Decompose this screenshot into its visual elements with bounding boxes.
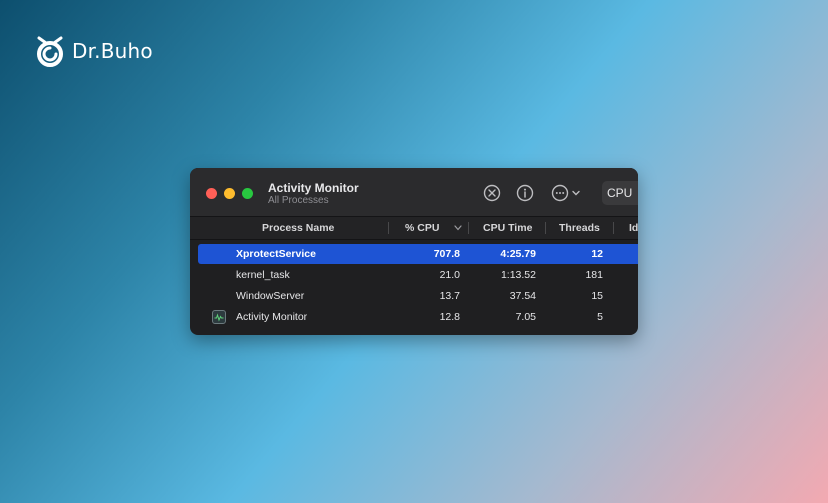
table-row[interactable]: kernel_task 21.0 1:13.52 181 bbox=[198, 265, 638, 285]
cpu-time: 37.54 bbox=[509, 290, 536, 302]
tab-cpu[interactable]: CPU bbox=[602, 181, 638, 205]
column-separator bbox=[468, 222, 469, 234]
brand: Dr.Buho bbox=[34, 34, 153, 68]
thread-count: 181 bbox=[585, 269, 603, 281]
cpu-percent: 21.0 bbox=[439, 269, 460, 281]
column-id[interactable]: Id bbox=[629, 217, 638, 239]
column-cpu-time[interactable]: CPU Time bbox=[483, 217, 532, 239]
cpu-percent: 12.8 bbox=[439, 311, 460, 323]
stop-process-button[interactable] bbox=[483, 184, 501, 202]
table-header: Process Name % CPU CPU Time Threads Id bbox=[190, 216, 638, 240]
cpu-time: 4:25.79 bbox=[500, 248, 536, 260]
inspect-process-button[interactable] bbox=[516, 184, 534, 202]
window-subtitle: All Processes bbox=[268, 195, 329, 206]
sort-descending-icon bbox=[454, 225, 462, 231]
thread-count: 15 bbox=[591, 290, 603, 302]
column-separator bbox=[613, 222, 614, 234]
column-cpu[interactable]: % CPU bbox=[405, 217, 439, 239]
thread-count: 5 bbox=[597, 311, 603, 323]
x-circle-icon bbox=[483, 184, 501, 202]
cpu-percent: 13.7 bbox=[439, 290, 460, 302]
cpu-percent: 707.8 bbox=[433, 248, 460, 260]
table-row[interactable]: WindowServer 13.7 37.54 15 bbox=[198, 286, 638, 306]
brand-name: Dr.Buho bbox=[72, 39, 153, 63]
thread-count: 12 bbox=[591, 248, 603, 260]
cpu-time: 7.05 bbox=[515, 311, 536, 323]
titlebar: Activity Monitor All Processes CPU bbox=[190, 168, 638, 216]
buho-logo-icon bbox=[37, 36, 63, 67]
info-icon bbox=[516, 184, 534, 202]
close-window-button[interactable] bbox=[206, 188, 217, 199]
process-name: WindowServer bbox=[236, 290, 305, 302]
process-name: XprotectService bbox=[236, 248, 316, 260]
process-name: Activity Monitor bbox=[236, 311, 308, 323]
column-threads[interactable]: Threads bbox=[559, 217, 600, 239]
column-process-name[interactable]: Process Name bbox=[262, 217, 334, 239]
activity-monitor-icon bbox=[212, 310, 226, 324]
process-name: kernel_task bbox=[236, 269, 290, 281]
table-row[interactable]: XprotectService 707.8 4:25.79 12 bbox=[198, 244, 638, 264]
column-separator bbox=[545, 222, 546, 234]
cpu-time: 1:13.52 bbox=[500, 269, 536, 281]
ellipsis-circle-icon bbox=[551, 184, 580, 202]
table-row[interactable]: Activity Monitor 12.8 7.05 5 bbox=[198, 307, 638, 327]
minimize-window-button[interactable] bbox=[224, 188, 235, 199]
zoom-window-button[interactable] bbox=[242, 188, 253, 199]
more-actions-button[interactable] bbox=[551, 184, 583, 202]
activity-monitor-window: Activity Monitor All Processes CPU Proce… bbox=[190, 168, 638, 335]
column-separator bbox=[388, 222, 389, 234]
window-title: Activity Monitor bbox=[268, 181, 359, 195]
